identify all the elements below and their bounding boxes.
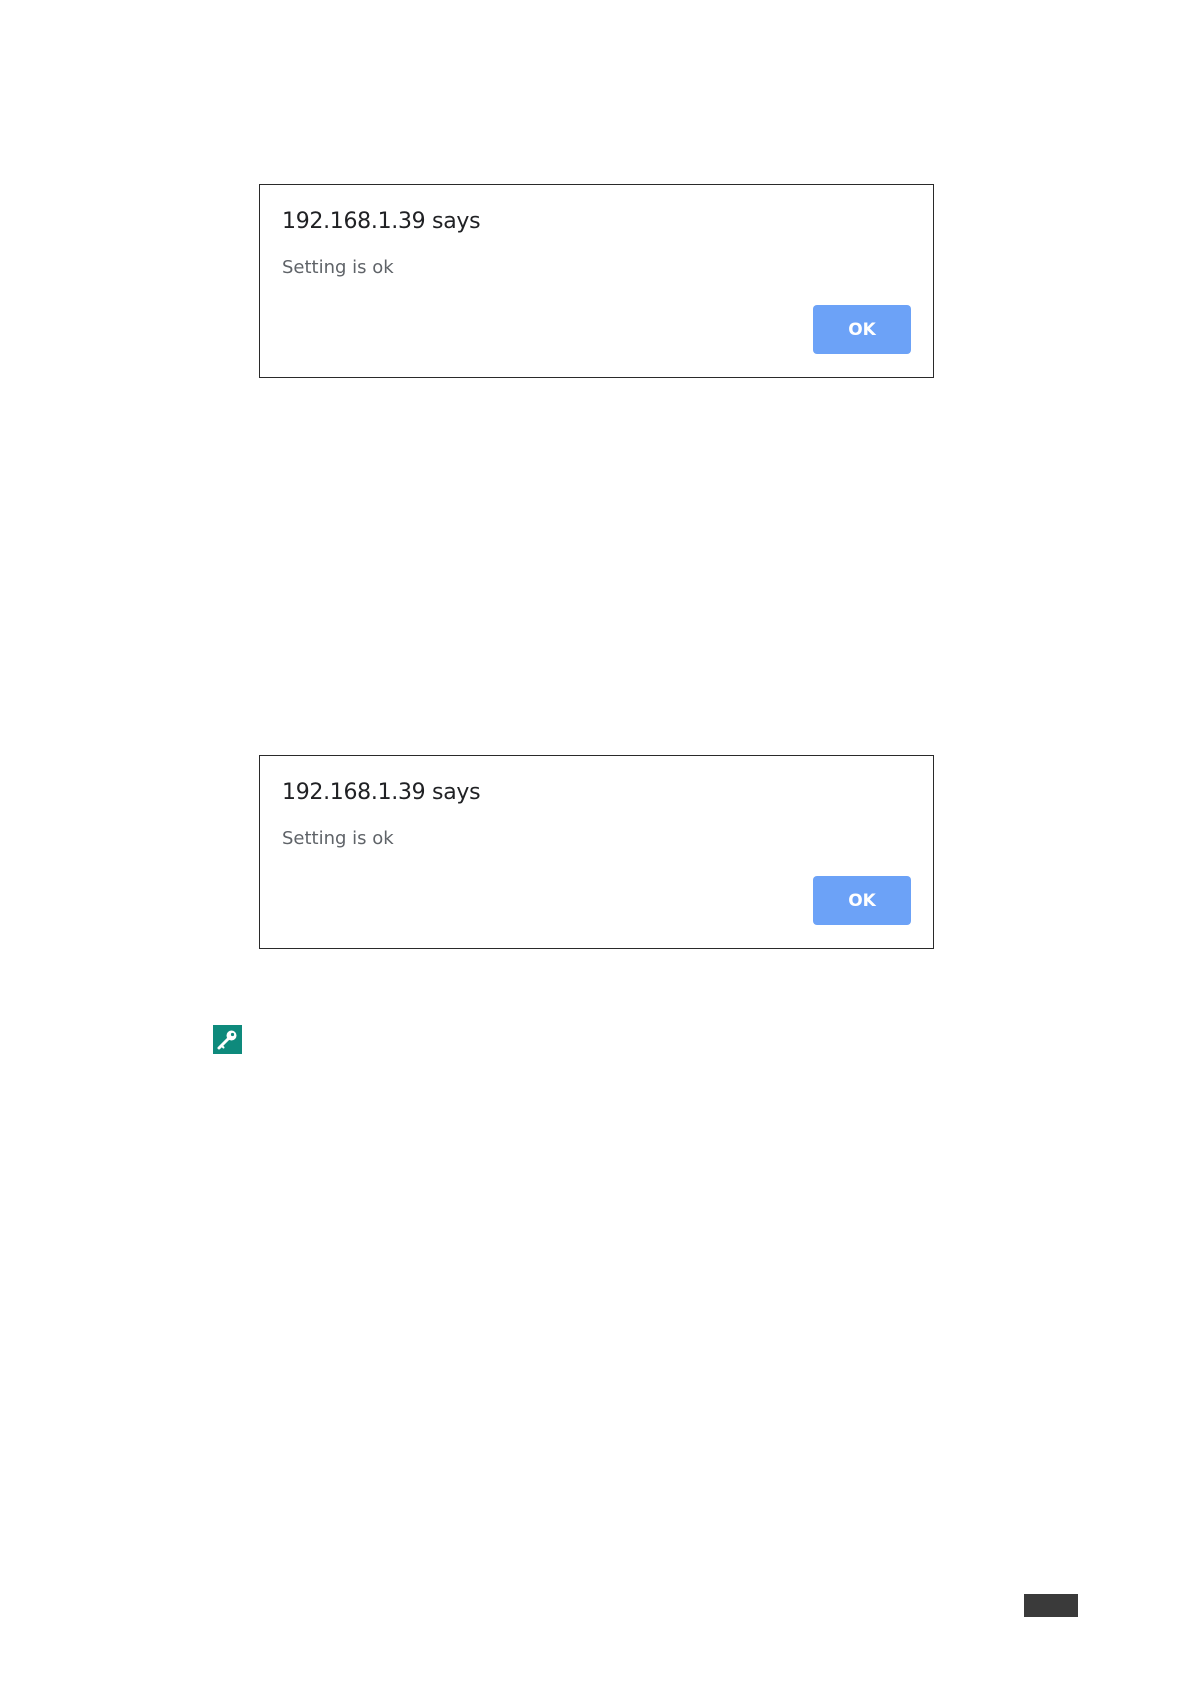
alert-dialog: 192.168.1.39 says Setting is ok OK — [259, 184, 934, 378]
ok-button[interactable]: OK — [813, 876, 911, 925]
page-number-tab — [1024, 1594, 1078, 1617]
key-icon — [213, 1025, 242, 1054]
dialog-message: Setting is ok — [282, 828, 394, 849]
dialog-title: 192.168.1.39 says — [282, 780, 481, 805]
alert-dialog: 192.168.1.39 says Setting is ok OK — [259, 755, 934, 949]
dialog-title: 192.168.1.39 says — [282, 209, 481, 234]
ok-button[interactable]: OK — [813, 305, 911, 354]
dialog-message: Setting is ok — [282, 257, 394, 278]
